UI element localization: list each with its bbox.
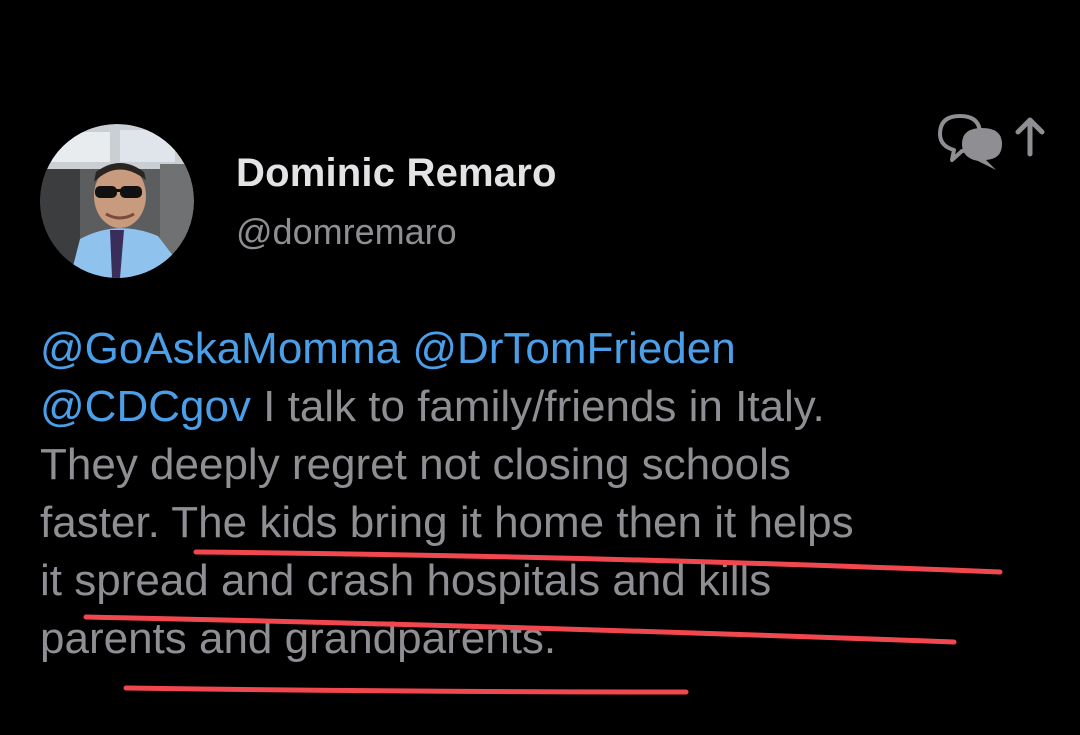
tweet-line: faster. The kids bring it home then it h… [40, 498, 854, 547]
annotation-underline [123, 685, 689, 695]
tweet-line-text: I talk to family/friends in Italy. [250, 382, 825, 431]
tweet-line: They deeply regret not closing schools [40, 440, 791, 489]
share-button[interactable] [930, 104, 1058, 174]
mention-link[interactable]: @CDCgov [40, 382, 251, 431]
display-name[interactable]: Dominic Remaro [236, 151, 557, 196]
conversation-share-icon [938, 114, 1045, 170]
avatar-photo [40, 124, 194, 278]
tweet-line: @GoAskaMomma @DrTomFrieden [40, 320, 1040, 378]
tweet-line: it spread and crash hospitals and kills [40, 556, 772, 605]
tweet-card: Dominic Remaro @domremaro @GoAskaMomma @… [0, 0, 1080, 735]
handle[interactable]: @domremaro [236, 211, 457, 253]
mention-link[interactable]: @GoAskaMomma [40, 324, 400, 373]
tweet-line: @CDCgov I talk to family/friends in Ital… [40, 378, 1040, 436]
mention-link[interactable]: @DrTomFrieden [412, 324, 735, 373]
tweet-line: parents and grandparents. [40, 614, 557, 663]
avatar[interactable] [40, 124, 194, 278]
tweet-text: @GoAskaMomma @DrTomFrieden @CDCgov I tal… [40, 320, 1040, 668]
